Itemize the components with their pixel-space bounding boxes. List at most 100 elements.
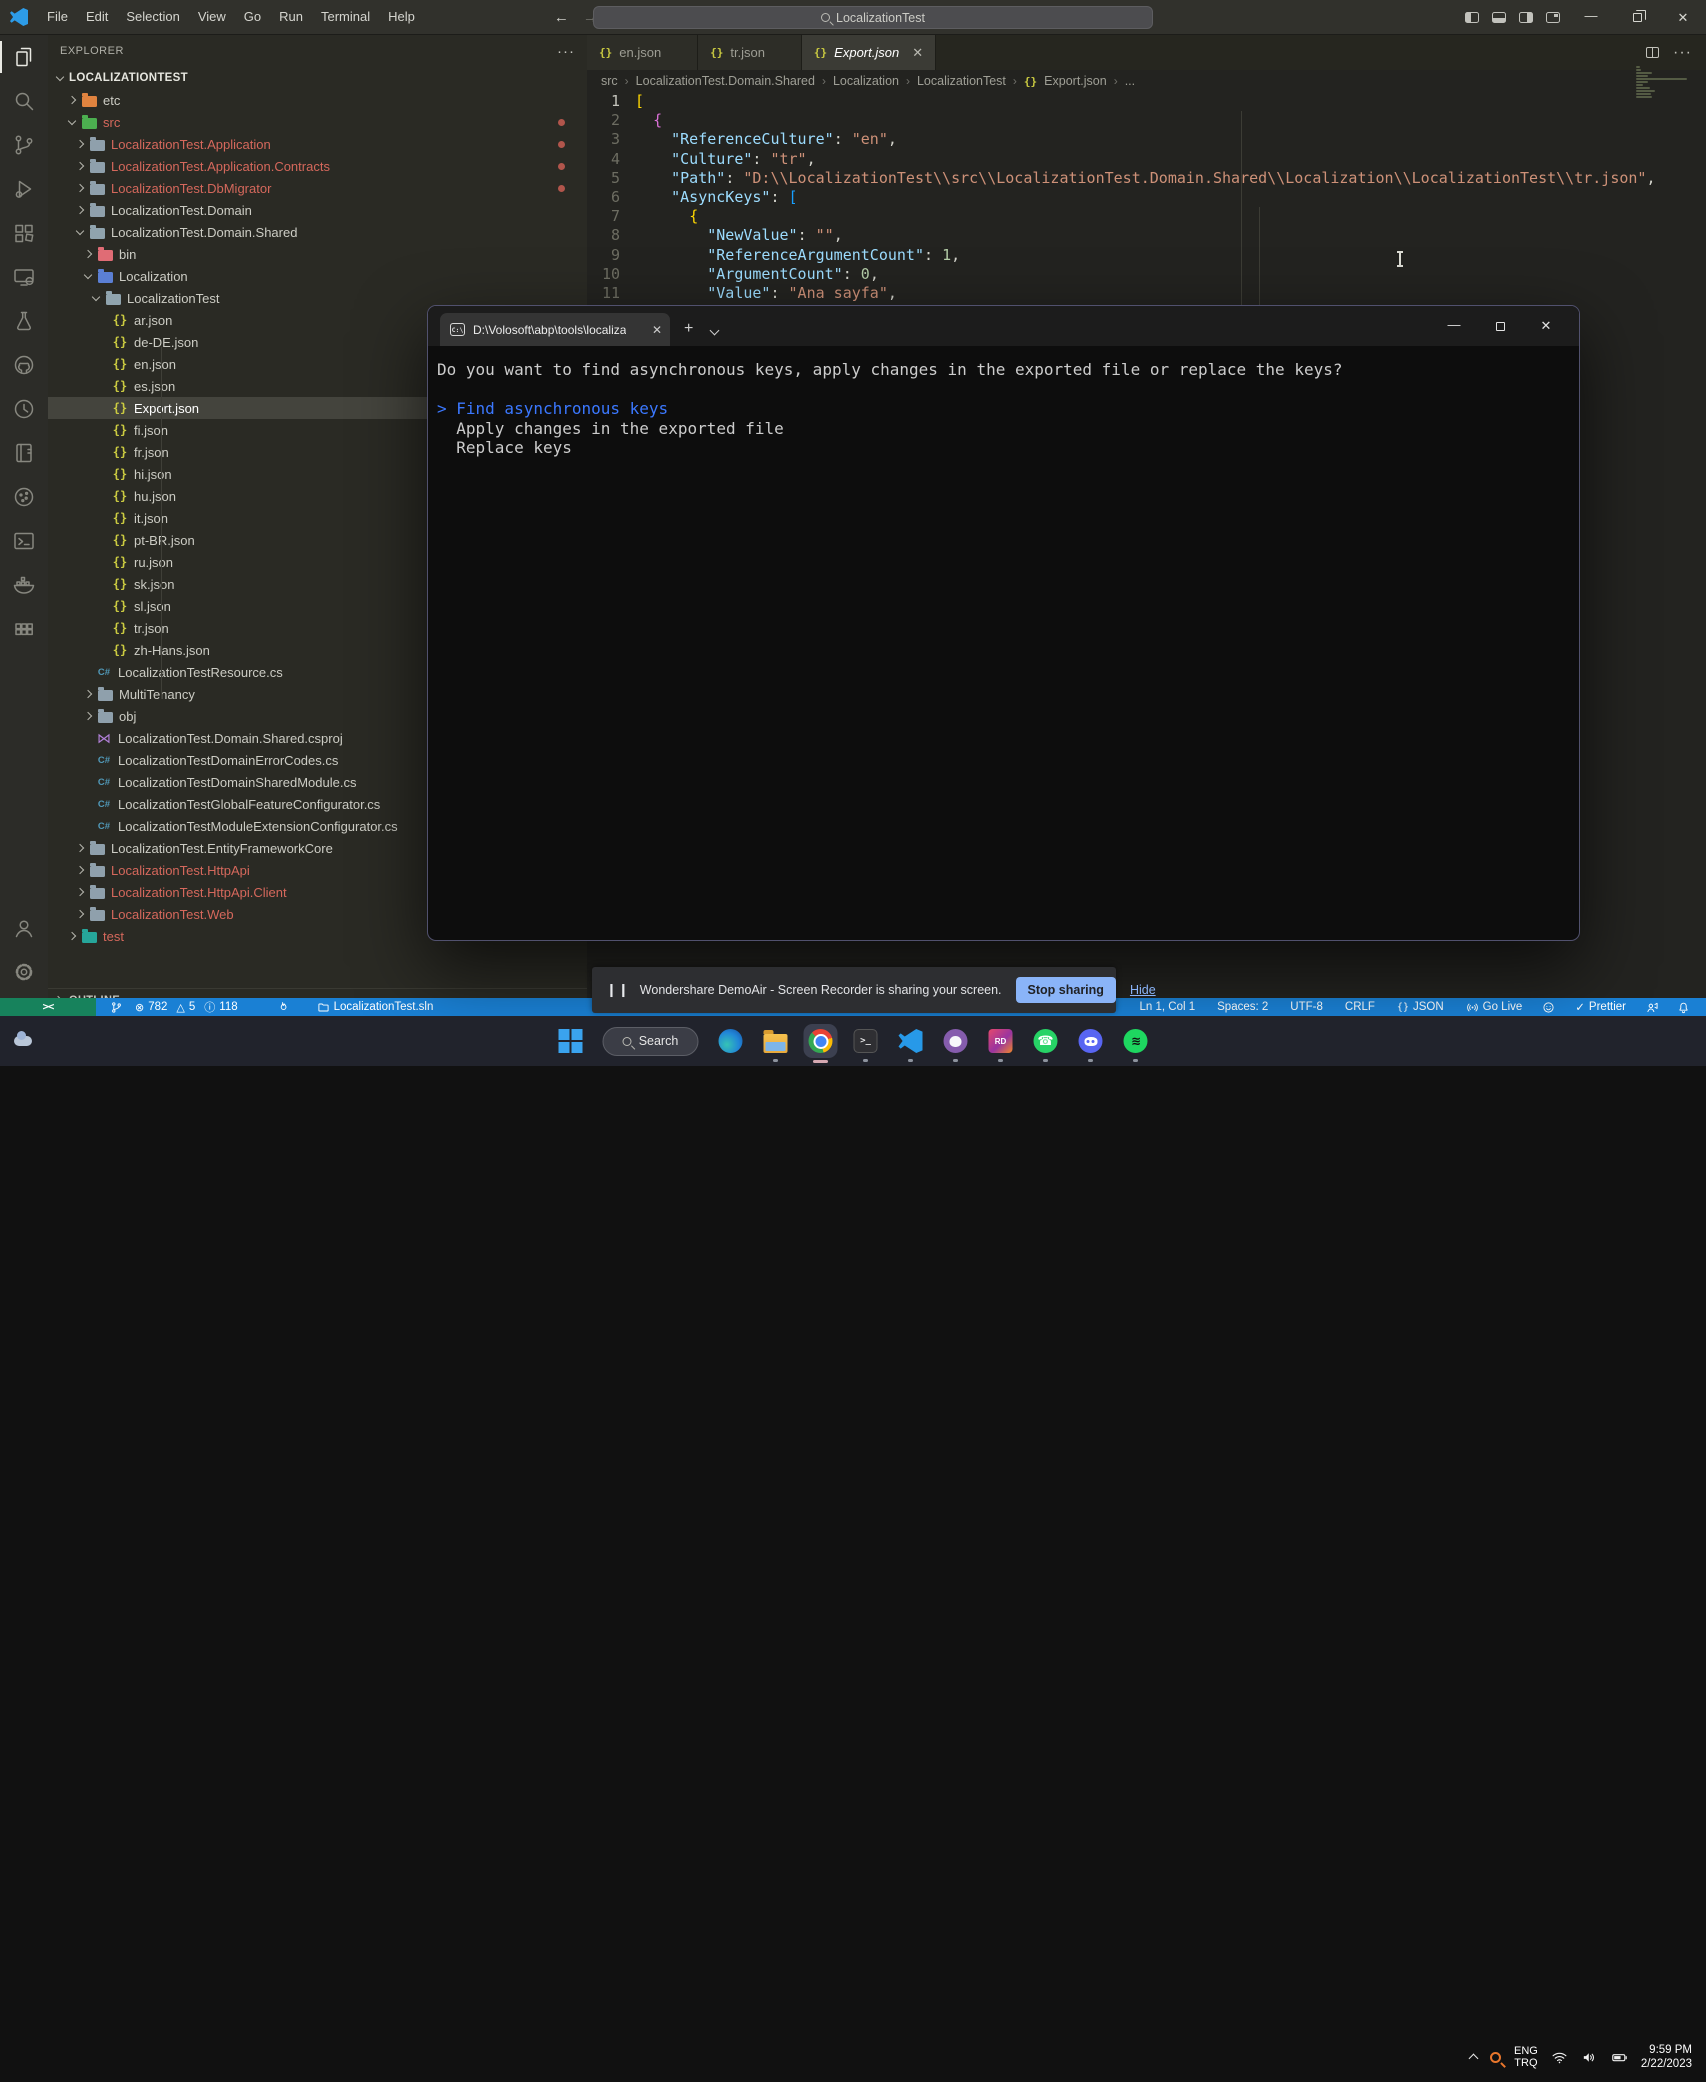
activity-search-icon[interactable] [0,79,48,123]
tree-item-localizationtest-dbmigrator[interactable]: LocalizationTest.DbMigrator [48,177,587,199]
prettier-status[interactable]: ✓ Prettier [1569,998,1632,1016]
language-mode[interactable]: {} JSON [1391,998,1450,1016]
activity-settings-icon[interactable] [0,950,48,994]
source-control-status[interactable] [104,998,129,1016]
explorer-root-folder[interactable]: LOCALIZATIONTEST [48,67,587,89]
activity-testing-icon[interactable] [0,299,48,343]
input-language-indicator[interactable]: ENGTRQ [1514,2045,1538,2070]
tree-item-localization[interactable]: Localization [48,265,587,287]
remote-indicator[interactable]: >< [0,998,96,1016]
taskbar-spotify-icon[interactable]: ≋ [1123,1028,1149,1054]
taskbar-discord-icon[interactable] [1078,1028,1104,1054]
tree-item-src[interactable]: src [48,111,587,133]
activity-docker-icon[interactable] [0,563,48,607]
taskbar-start-icon[interactable] [558,1028,584,1054]
feedback-smiley-icon[interactable] [1536,998,1561,1016]
taskbar-search[interactable]: Search [603,1027,699,1056]
breadcrumb-item-file[interactable]: Export.json [1044,74,1107,88]
indentation-status[interactable]: Spaces: 2 [1211,998,1274,1016]
clock[interactable]: 9:59 PM 2/22/2023 [1641,2043,1692,2071]
eol-status[interactable]: CRLF [1339,998,1381,1016]
customize-layout-icon[interactable] [1546,12,1560,23]
go-live-button[interactable]: Go Live [1460,998,1529,1016]
pause-icon[interactable]: ❙❙ [606,982,630,998]
tab-close-icon[interactable]: ✕ [912,45,923,61]
menu-selection[interactable]: Selection [117,5,188,29]
tray-overflow-icon[interactable] [1469,2054,1479,2064]
menu-run[interactable]: Run [270,5,312,29]
flame-icon[interactable] [270,998,295,1016]
breadcrumb-item[interactable]: LocalizationTest.Domain.Shared [636,74,815,88]
menu-view[interactable]: View [189,5,235,29]
tree-item-localizationtest-application-contracts[interactable]: LocalizationTest.Application.Contracts [48,155,587,177]
activity-source-control-icon[interactable] [0,123,48,167]
taskbar-chrome-icon[interactable] [808,1028,834,1054]
battery-icon[interactable] [1611,2049,1628,2066]
toggle-panel-icon[interactable] [1492,12,1506,23]
wifi-icon[interactable] [1551,2049,1568,2066]
window-close-button[interactable]: ✕ [1660,0,1706,35]
terminal-maximize-button[interactable] [1477,306,1523,346]
split-editor-icon[interactable] [1646,47,1659,58]
breadcrumb-item[interactable]: Localization [833,74,899,88]
taskbar-github-desktop-icon[interactable] [943,1028,969,1054]
terminal-minimize-button[interactable]: — [1431,306,1477,346]
solution-status[interactable]: LocalizationTest.sln [311,998,440,1016]
window-restore-button[interactable] [1614,0,1660,35]
terminal-tab-dropdown-icon[interactable] [710,326,720,336]
editor-tab-tr-json[interactable]: {}tr.json✕ [698,35,802,70]
taskbar-file-explorer-icon[interactable] [763,1028,789,1054]
tree-item-bin[interactable]: bin [48,243,587,265]
breadcrumb-item[interactable]: LocalizationTest [917,74,1006,88]
tree-item-localizationtest-domain[interactable]: LocalizationTest.Domain [48,199,587,221]
activity-terminal-icon[interactable] [0,519,48,563]
hide-link[interactable]: Hide [1130,983,1156,997]
tree-item-localizationtest-domain-shared[interactable]: LocalizationTest.Domain.Shared [48,221,587,243]
terminal-titlebar[interactable]: C:\ D:\Volosoft\abp\tools\localiza ✕ + —… [428,306,1579,346]
terminal-new-tab-button[interactable]: + [684,320,693,338]
problems-status[interactable]: ⊗782 △5 ⓘ118 [129,998,244,1016]
activity-notebook-icon[interactable] [0,431,48,475]
activity-explorer-icon[interactable] [0,35,48,79]
tray-app-icon[interactable] [1490,2052,1501,2063]
history-back-icon[interactable]: ← [554,9,569,26]
terminal-tab-close-icon[interactable]: ✕ [652,323,662,337]
activity-extensions-icon[interactable] [0,211,48,255]
breadcrumb[interactable]: src›LocalizationTest.Domain.Shared›Local… [587,70,1706,92]
command-center-search[interactable]: LocalizationTest [593,6,1153,29]
activity-gitlens-icon[interactable] [0,387,48,431]
editor-tab-export-json[interactable]: {}Export.json✕ [802,35,936,70]
outline-section[interactable]: OUTLINE [48,988,587,998]
terminal-content[interactable]: Do you want to find asynchronous keys, a… [428,346,1579,458]
breadcrumb-item[interactable]: src [601,74,618,88]
activity-remote-explorer-icon[interactable] [0,255,48,299]
tree-item-etc[interactable]: etc [48,89,587,111]
editor-more-actions-icon[interactable]: ··· [1673,44,1692,62]
toggle-secondary-sidebar-icon[interactable] [1519,12,1533,23]
volume-icon[interactable] [1581,2049,1598,2066]
window-minimize-button[interactable]: — [1568,0,1614,35]
menu-help[interactable]: Help [379,5,424,29]
notifications-bell-icon[interactable] [1671,998,1696,1016]
taskbar-whatsapp-icon[interactable]: ☎ [1033,1028,1059,1054]
menu-file[interactable]: File [38,5,77,29]
tree-item-localizationtest-application[interactable]: LocalizationTest.Application [48,133,587,155]
editor-tab-en-json[interactable]: {}en.json✕ [587,35,698,70]
widgets-icon[interactable] [10,1029,36,1053]
activity-accounts-icon[interactable] [0,906,48,950]
toggle-sidebar-icon[interactable] [1465,12,1479,23]
minimap[interactable] [1636,66,1692,99]
terminal-tab[interactable]: C:\ D:\Volosoft\abp\tools\localiza ✕ [440,313,670,346]
activity-apps-grid-icon[interactable] [0,607,48,651]
activity-run-debug-icon[interactable] [0,167,48,211]
cursor-position[interactable]: Ln 1, Col 1 [1134,998,1202,1016]
stop-sharing-button[interactable]: Stop sharing [1016,977,1116,1003]
encoding-status[interactable]: UTF-8 [1284,998,1329,1016]
breadcrumb-tail[interactable]: ... [1125,74,1135,88]
menu-go[interactable]: Go [235,5,270,29]
taskbar-edge-icon[interactable] [718,1028,744,1054]
activity-github-icon[interactable] [0,343,48,387]
taskbar-terminal-icon[interactable]: >_ [853,1028,879,1054]
activity-cookie-icon[interactable] [0,475,48,519]
taskbar-vscode-icon[interactable] [898,1028,924,1054]
